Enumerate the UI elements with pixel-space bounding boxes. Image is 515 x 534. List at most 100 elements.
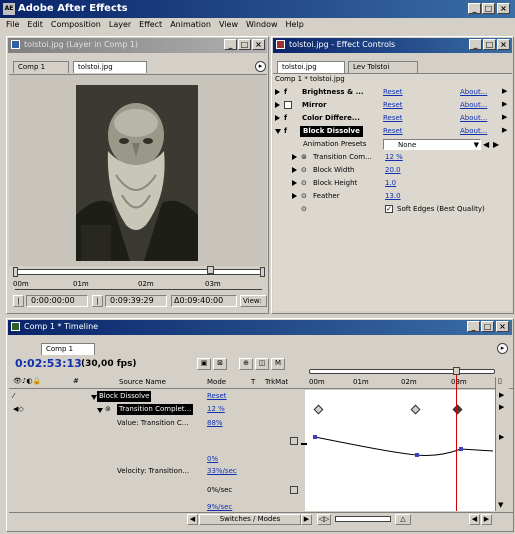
effect-close-button[interactable]: × [497, 39, 510, 50]
work-area-start-handle[interactable] [13, 267, 18, 277]
stopwatch-icon[interactable]: ⊚ [301, 151, 307, 164]
close-button[interactable]: × [497, 3, 510, 14]
effect-about-link[interactable]: About... [460, 99, 487, 112]
fx-icon[interactable]: f [284, 112, 287, 125]
time-start-field[interactable]: 0:00:00:00 [26, 295, 88, 307]
scroll-arrow-icon[interactable]: ▶ [502, 126, 507, 134]
tab-effect-tolstoi[interactable]: tolstoi.jpg [277, 61, 345, 73]
effect-about-link[interactable]: About... [460, 125, 487, 138]
timeline-maximize-button[interactable]: □ [481, 321, 494, 332]
zoom-in-button[interactable]: △ [395, 514, 411, 525]
expand-arrow-icon[interactable] [275, 115, 280, 121]
effect-reset-link[interactable]: Reset [383, 99, 403, 112]
param-value[interactable]: 1.0 [385, 177, 396, 190]
layer-time-ruler[interactable]: 00m 01m 02m 03m [13, 266, 262, 290]
fx-checkbox[interactable] [284, 101, 292, 109]
animation-presets-dropdown[interactable]: None ▼ [383, 139, 481, 150]
col-t[interactable]: T [251, 378, 255, 386]
expand-arrow-icon[interactable] [292, 167, 297, 173]
stopwatch-icon[interactable]: ⊙ [301, 190, 307, 203]
scroll-down-icon[interactable]: ▼ [498, 501, 503, 509]
collapse-arrow-icon[interactable] [275, 128, 281, 134]
frame-blend-button[interactable]: ⊕ [239, 358, 253, 370]
timeline-playhead-handle[interactable] [453, 367, 460, 375]
scroll-arrow-icon[interactable]: ▶ [502, 87, 507, 95]
param-value[interactable]: 20.0 [385, 164, 401, 177]
menu-animation[interactable]: Animation [166, 18, 215, 32]
prop-value[interactable]: 12 % [207, 403, 225, 416]
minimize-button[interactable]: _ [468, 3, 481, 14]
collapse-panel-button[interactable]: ▶ [301, 514, 312, 525]
switches-modes-toggle[interactable]: Switches / Modes [199, 514, 301, 525]
timeline-close-button[interactable]: × [496, 321, 509, 332]
stopwatch-icon[interactable]: ⊚ [105, 403, 111, 416]
expand-arrow-icon[interactable] [292, 193, 297, 199]
expand-arrow-icon[interactable] [275, 89, 280, 95]
effect-about-link[interactable]: About... [460, 86, 487, 99]
next-preset-icon[interactable]: ▶ [493, 138, 499, 151]
param-value[interactable]: 12 % [385, 151, 403, 164]
layer-close-button[interactable]: × [252, 39, 265, 50]
param-row-feather[interactable]: ⊙ Feather 13.0 [275, 190, 501, 203]
graph-toggle-checkbox[interactable] [290, 437, 298, 445]
comp-work-area-bar[interactable] [309, 369, 495, 374]
layer-minimize-button[interactable]: _ [224, 39, 237, 50]
effect-reset-link[interactable]: Reset [383, 112, 403, 125]
timeline-ruler[interactable]: 00m 01m 02m 03m [305, 377, 495, 389]
timeline-minimize-button[interactable]: _ [467, 321, 480, 332]
effect-reset-link[interactable]: Reset [383, 125, 403, 138]
tab-timeline-comp-1[interactable]: Comp 1 [41, 343, 95, 355]
menu-view[interactable]: View [215, 18, 242, 32]
layer-row-block-dissolve[interactable]: ⁄ Block Dissolve Reset [9, 390, 305, 403]
menu-edit[interactable]: Edit [23, 18, 47, 32]
scroll-arrow-icon[interactable]: ▶ [499, 391, 504, 399]
layer-maximize-button[interactable]: □ [238, 39, 251, 50]
scroll-left-button[interactable]: ◀ [469, 514, 480, 525]
expand-panel-button[interactable]: ◀ [187, 514, 198, 525]
layer-row-transition[interactable]: ◀◇ ⊚ Transition Complet... 12 % [9, 403, 305, 416]
param-value[interactable]: 13.0 [385, 190, 401, 203]
col-trkmat[interactable]: TrkMat [265, 378, 288, 386]
set-out-point-button[interactable]: | [92, 295, 103, 307]
menu-composition[interactable]: Composition [47, 18, 105, 32]
zoom-slider[interactable] [335, 516, 391, 522]
comp-flowchart-button[interactable]: ▣ [197, 358, 211, 370]
set-in-point-button[interactable]: | [13, 295, 24, 307]
prev-preset-icon[interactable]: ◀ [483, 138, 489, 151]
scroll-up-icon[interactable]: ▯ [498, 377, 502, 385]
fx-icon[interactable]: f [284, 86, 287, 99]
menu-effect[interactable]: Effect [135, 18, 166, 32]
scroll-arrow-icon[interactable]: ▶ [499, 403, 504, 411]
graph-point[interactable] [313, 435, 317, 439]
tab-comp-1[interactable]: Comp 1 [13, 61, 69, 73]
effect-minimize-button[interactable]: _ [469, 39, 482, 50]
scroll-right-button[interactable]: ▶ [481, 514, 492, 525]
menu-layer[interactable]: Layer [105, 18, 135, 32]
soft-edges-row[interactable]: ⊙ ✓ Soft Edges (Best Quality) [275, 203, 501, 216]
expand-arrow-icon[interactable] [292, 180, 297, 186]
stopwatch-icon[interactable]: ⊙ [301, 203, 307, 216]
wireframe-button[interactable]: ⊠ [213, 358, 227, 370]
fx-icon[interactable]: f [284, 125, 287, 138]
effect-reset-link[interactable]: Reset [383, 86, 403, 99]
current-timecode[interactable]: 0:02:53:13 [15, 357, 82, 370]
col-source-name[interactable]: Source Name [119, 378, 166, 386]
tab-tolstoi[interactable]: tolstoi.jpg [73, 61, 147, 73]
menu-window[interactable]: Window [242, 18, 282, 32]
work-area-bar[interactable] [15, 269, 262, 275]
param-row-transition[interactable]: ⊚ Transition Com... 12 % [275, 151, 501, 164]
keyframe-nav-icon[interactable]: ◀◇ [13, 403, 24, 416]
expand-arrow-icon[interactable] [275, 102, 280, 108]
menu-file[interactable]: File [2, 18, 23, 32]
stopwatch-icon[interactable]: ⊙ [301, 177, 307, 190]
effect-row-block-dissolve[interactable]: f Block Dissolve Reset About... [275, 125, 501, 138]
stopwatch-icon[interactable]: ⊙ [301, 164, 307, 177]
layer-effect-reset[interactable]: Reset [207, 390, 227, 403]
view-dropdown[interactable]: View: [240, 295, 267, 307]
menu-help[interactable]: Help [282, 18, 308, 32]
soft-edges-checkbox[interactable]: ✓ [385, 205, 393, 213]
expand-arrow-icon[interactable] [292, 154, 297, 160]
velocity-toggle-checkbox[interactable] [290, 486, 298, 494]
effect-about-link[interactable]: About... [460, 112, 487, 125]
timeline-options-icon[interactable]: ▸ [497, 343, 508, 354]
